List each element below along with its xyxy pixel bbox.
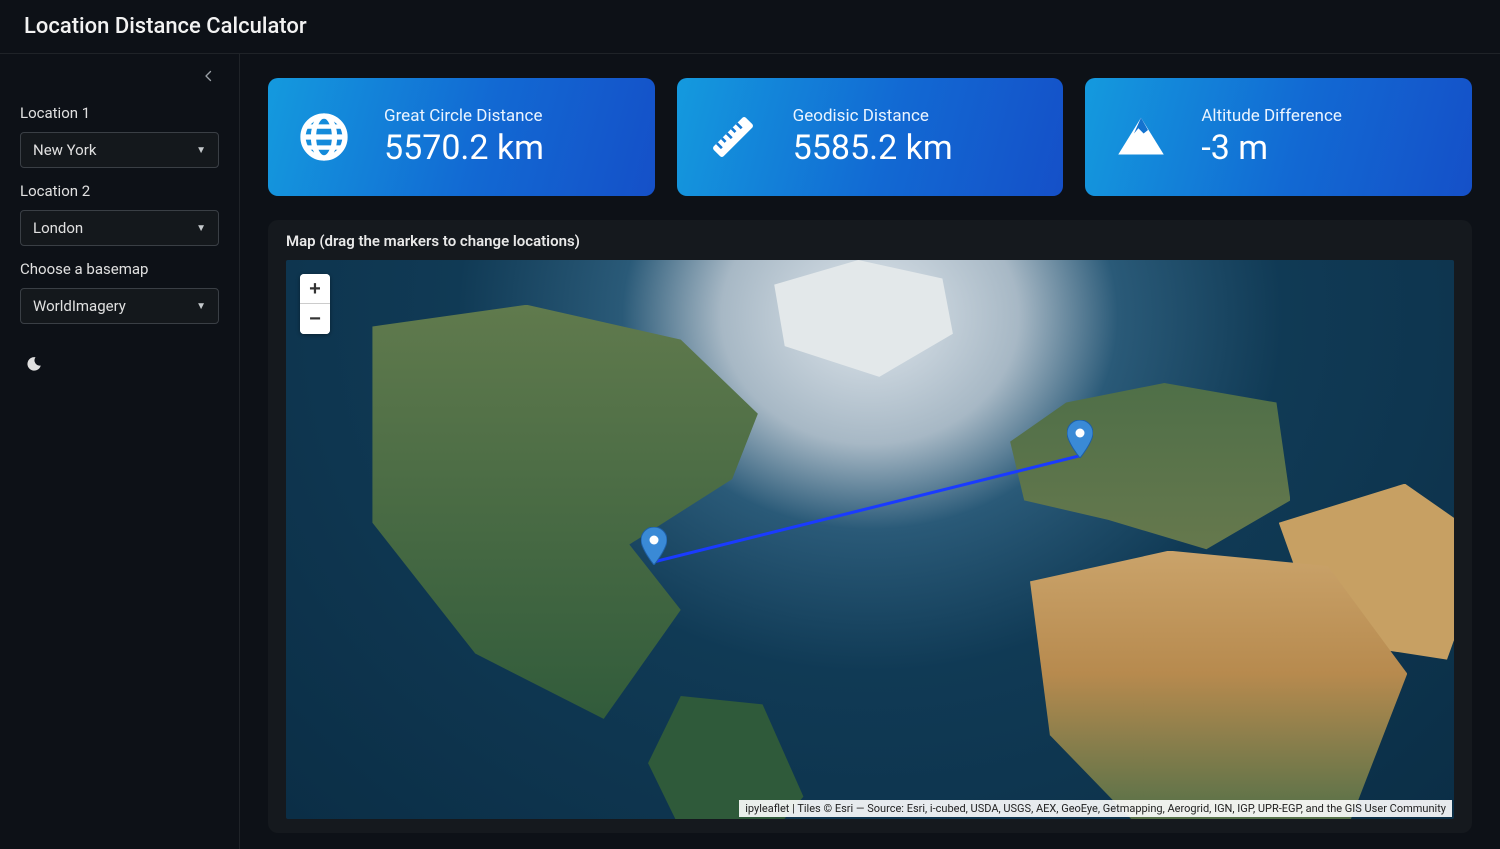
map-marker-location1[interactable] <box>641 527 667 565</box>
map-land <box>321 305 835 741</box>
card-great-circle-value: 5570.2 km <box>384 128 544 168</box>
main-content: Great Circle Distance 5570.2 km <box>240 54 1500 849</box>
page-title: Location Distance Calculator <box>24 14 307 39</box>
caret-down-icon: ▼ <box>196 145 206 156</box>
card-altitude-title: Altitude Difference <box>1201 106 1342 126</box>
sidebar-collapse-button[interactable] <box>199 66 219 86</box>
location2-label: Location 2 <box>20 182 219 200</box>
map-marker-location2[interactable] <box>1067 420 1093 458</box>
app-body: Location 1 New York ▼ Location 2 London … <box>0 54 1500 849</box>
location1-value: New York <box>33 141 96 159</box>
metric-cards: Great Circle Distance 5570.2 km <box>268 78 1472 196</box>
map-zoom-control: + − <box>300 274 330 334</box>
map-land <box>1010 383 1290 579</box>
zoom-out-button[interactable]: − <box>300 304 330 334</box>
map-land <box>753 260 963 383</box>
card-great-circle-title: Great Circle Distance <box>384 106 544 126</box>
card-geodesic-title: Geodisic Distance <box>793 106 953 126</box>
location1-select[interactable]: New York ▼ <box>20 132 219 168</box>
basemap-value: WorldImagery <box>33 297 126 315</box>
zoom-in-button[interactable]: + <box>300 274 330 304</box>
moon-icon <box>25 355 43 373</box>
location1-label: Location 1 <box>20 104 219 122</box>
globe-icon <box>292 105 356 169</box>
mountain-icon <box>1109 105 1173 169</box>
caret-down-icon: ▼ <box>196 223 206 234</box>
caret-down-icon: ▼ <box>196 301 206 312</box>
basemap-select[interactable]: WorldImagery ▼ <box>20 288 219 324</box>
sidebar: Location 1 New York ▼ Location 2 London … <box>0 54 240 849</box>
location2-select[interactable]: London ▼ <box>20 210 219 246</box>
chevron-left-icon <box>203 70 215 82</box>
app-header: Location Distance Calculator <box>0 0 1500 54</box>
ruler-icon <box>701 105 765 169</box>
map[interactable]: + − ipyleaflet | Tiles © Esri — Source: … <box>286 260 1454 819</box>
map-title: Map (drag the markers to change location… <box>268 220 1472 260</box>
card-geodesic-value: 5585.2 km <box>793 128 953 168</box>
map-attribution: ipyleaflet | Tiles © Esri — Source: Esri… <box>739 800 1452 817</box>
location2-value: London <box>33 219 83 237</box>
theme-toggle-button[interactable] <box>20 350 48 378</box>
card-great-circle: Great Circle Distance 5570.2 km <box>268 78 655 196</box>
card-altitude-value: -3 m <box>1201 128 1342 168</box>
map-panel: Map (drag the markers to change location… <box>268 220 1472 833</box>
basemap-label: Choose a basemap <box>20 260 219 278</box>
card-geodesic: Geodisic Distance 5585.2 km <box>677 78 1064 196</box>
card-altitude: Altitude Difference -3 m <box>1085 78 1472 196</box>
